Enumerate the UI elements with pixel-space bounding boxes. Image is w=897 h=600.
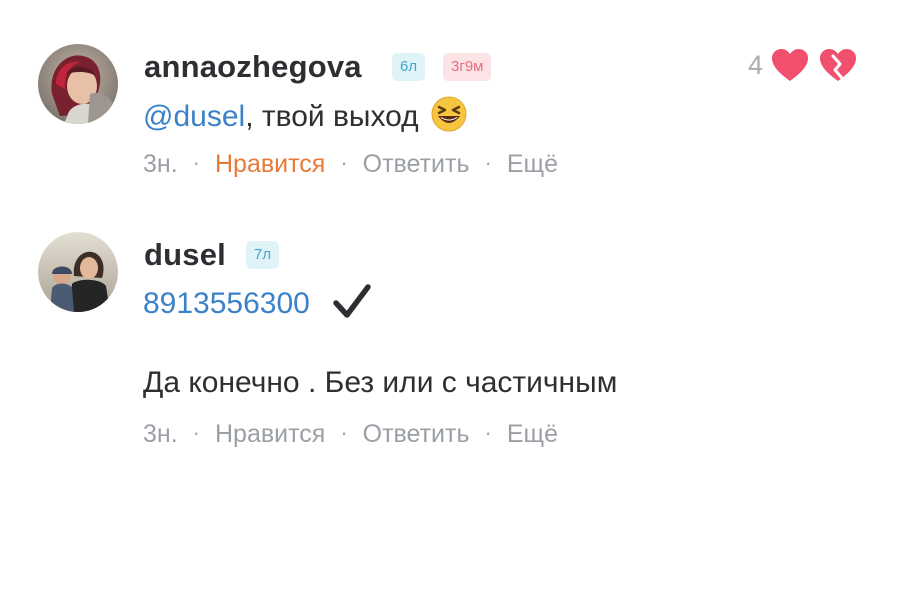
check-mark-icon — [332, 283, 372, 319]
avatar-photo-icon — [38, 232, 118, 312]
comment-mention-line: 8913556300 — [143, 283, 372, 321]
separator: · — [192, 420, 200, 445]
avatar[interactable] — [38, 44, 118, 124]
heart-icon — [771, 48, 809, 82]
more-button[interactable]: Ещё — [507, 150, 558, 179]
age-badge: 7л — [246, 241, 280, 269]
mention-link[interactable]: @dusel — [143, 100, 245, 133]
reply-button[interactable]: Ответить — [363, 150, 470, 179]
reply-button[interactable]: Ответить — [363, 420, 470, 449]
comment-body: , твой выход — [245, 100, 419, 133]
rank-badge: 3г9м — [443, 53, 492, 81]
username[interactable]: dusel — [144, 237, 226, 273]
age-badge: 6л — [392, 53, 426, 81]
separator: · — [340, 150, 348, 175]
likes-summary[interactable]: 4 — [748, 48, 857, 82]
comment-time: 3н. — [143, 150, 178, 178]
like-count: 4 — [748, 49, 764, 80]
sad-heart-icon — [819, 48, 857, 82]
avatar[interactable] — [38, 232, 118, 312]
separator: · — [484, 420, 492, 445]
username[interactable]: annaozhegova — [144, 49, 362, 85]
avatar-photo-icon — [38, 44, 118, 124]
laughing-face-icon — [431, 96, 467, 132]
separator: · — [484, 150, 492, 175]
separator: · — [340, 420, 348, 445]
like-button[interactable]: Нравится — [215, 420, 325, 449]
comment-actions: 3н. · Нравится · Ответить · Ещё — [143, 420, 558, 449]
phone-link[interactable]: 8913556300 — [143, 287, 310, 320]
comment-text: @dusel, твой выход — [143, 96, 467, 134]
more-button[interactable]: Ещё — [507, 420, 558, 449]
separator: · — [192, 150, 200, 175]
comment-text: Да конечно . Без или с частичным — [143, 366, 618, 399]
comment-actions: 3н. · Нравится · Ответить · Ещё — [143, 150, 558, 179]
comments-page: annaozhegova 6л 3г9м 4 @dusel, твой выхо… — [0, 0, 897, 600]
comment-time: 3н. — [143, 420, 178, 448]
like-button[interactable]: Нравится — [215, 150, 325, 179]
